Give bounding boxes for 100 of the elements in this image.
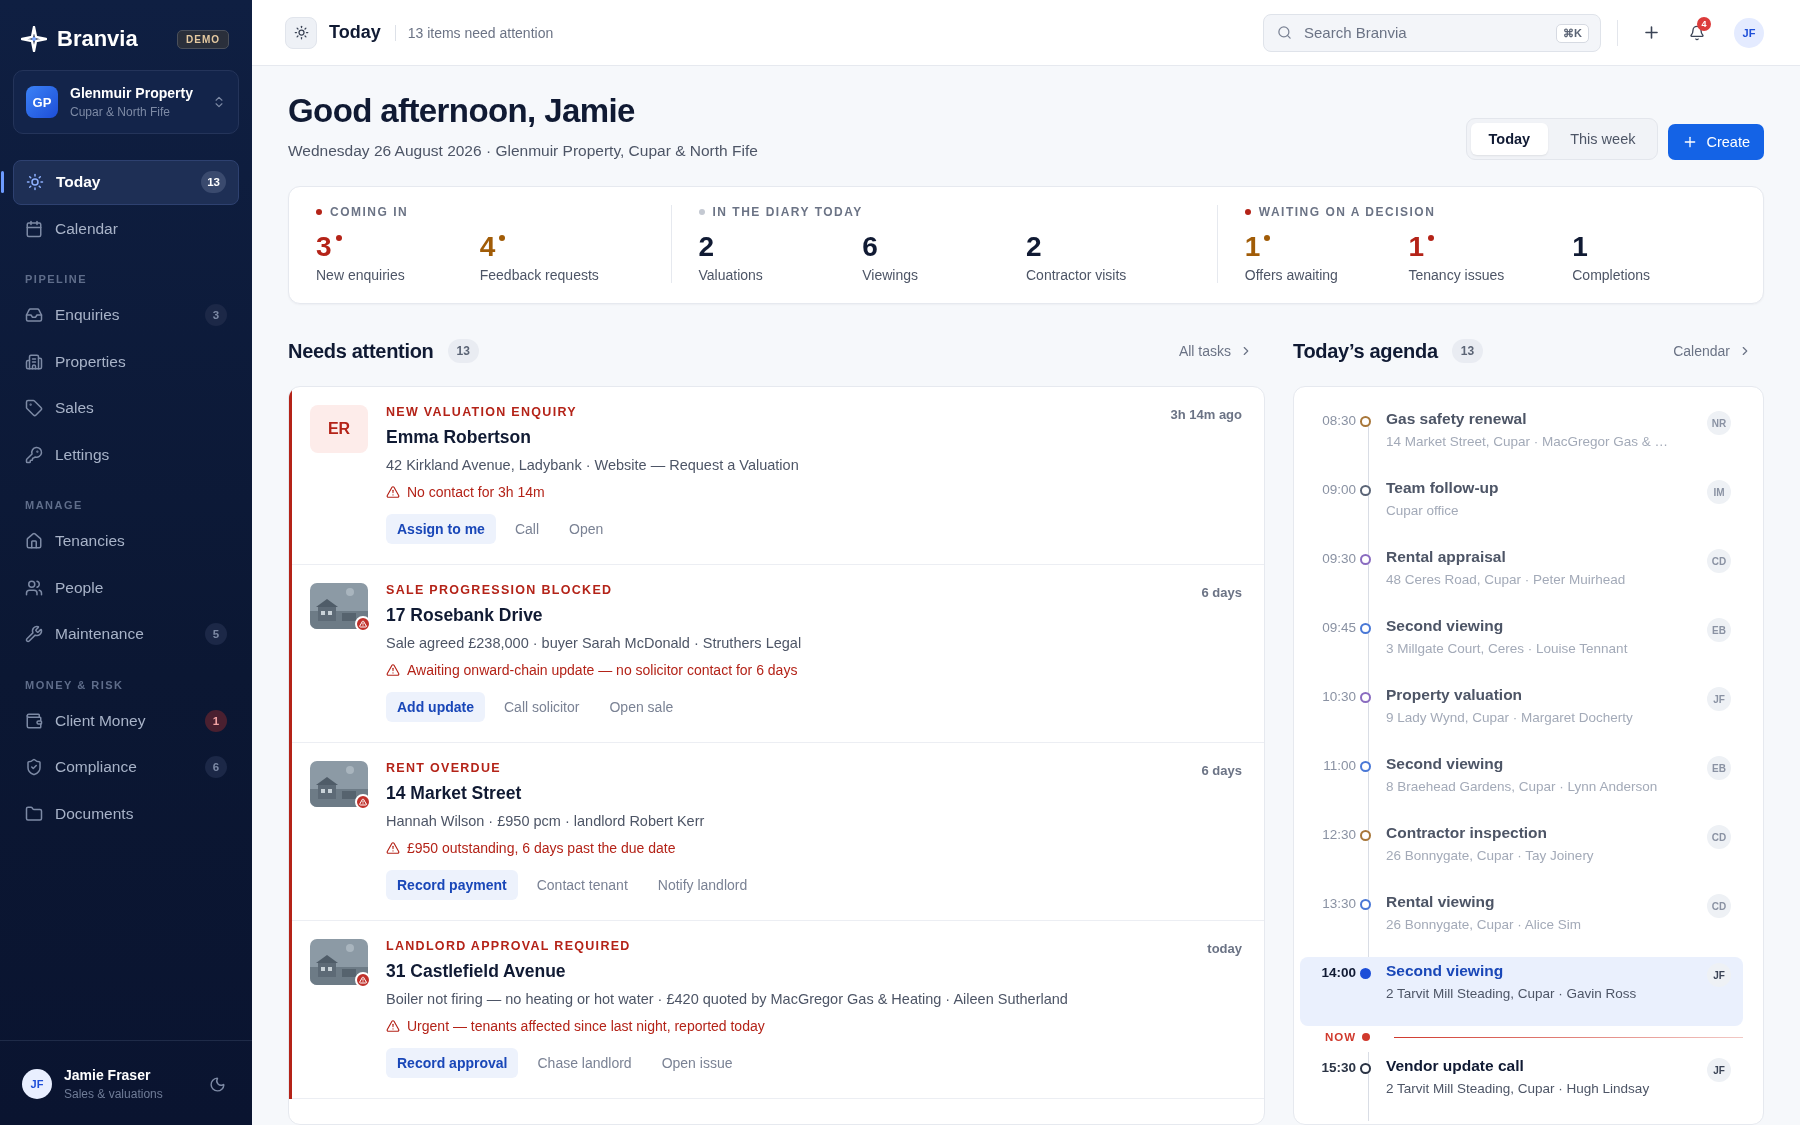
nav-item[interactable]: Properties — [13, 339, 239, 384]
task-age: 6 days — [1201, 585, 1242, 602]
nav-item[interactable]: People — [13, 565, 239, 610]
agenda-item[interactable]: 10:30 Property valuation 9 Lady Wynd, Cupar · Margaret Docherty JF — [1312, 681, 1743, 750]
assignee-avatar: EB — [1707, 618, 1731, 642]
range-tab[interactable]: This week — [1552, 123, 1654, 155]
stat-value: 2 — [698, 233, 715, 261]
group-title: COMING IN — [330, 205, 409, 219]
user-avatar[interactable]: JF — [1734, 17, 1764, 48]
stat-label: Contractor visits — [1026, 267, 1128, 283]
assignee-avatar: CD — [1707, 894, 1731, 918]
assignee-avatar: EB — [1707, 756, 1731, 780]
stat-label: Valuations — [698, 267, 764, 283]
notifications-button[interactable]: 4 — [1680, 15, 1714, 50]
task-action-button[interactable]: Call — [503, 514, 551, 544]
task-action-button[interactable]: Record approval — [386, 1048, 519, 1078]
agenda-title: Second viewing — [1386, 962, 1505, 980]
task-age: 3h 14m ago — [1170, 407, 1242, 424]
task-title: 14 Market Street — [386, 783, 523, 804]
task-action-button[interactable]: Assign to me — [386, 514, 496, 544]
nav-item[interactable]: Compliance 6 — [13, 745, 239, 790]
user-avatar: JF — [22, 1069, 52, 1099]
agenda-detail: 14 Market Street, Cupar · MacGregor Gas & … — [1386, 434, 1670, 449]
task-action-button[interactable]: Call solicitor — [493, 692, 591, 722]
agenda-title: Vendor update call — [1386, 1057, 1525, 1075]
notification-count: 4 — [1697, 16, 1711, 31]
page-title: Today — [329, 22, 381, 43]
greeting-title: Good afternoon, Jamie — [288, 92, 636, 130]
range-tab[interactable]: Today — [1470, 123, 1549, 155]
greeting-subtitle: Wednesday 26 August 2026 · Glenmuir Property, Cupar & North Fife — [288, 142, 759, 160]
task-detail: 42 Kirkland Avenue, Ladybank · Website — Request a Valuation — [386, 457, 800, 473]
agenda-item[interactable]: 12:30 Contractor inspection 26 Bonnygate, Cupar · Tay Joinery CD — [1312, 819, 1743, 888]
agenda-item[interactable]: 09:00 Team follow-up Cupar office IM — [1312, 474, 1743, 543]
calendar-link[interactable]: Calendar — [1673, 343, 1752, 359]
task-warning: £950 outstanding, 6 days past the due date — [407, 840, 676, 856]
nav-item[interactable]: Client Money 1 — [13, 698, 239, 743]
task-action-button[interactable]: Open — [558, 514, 615, 544]
agenda-item[interactable]: 09:45 Second viewing 3 Millgate Court, Ceres · Louise Tennant EB — [1312, 612, 1743, 681]
agenda-detail: 26 Bonnygate, Cupar · Alice Sim — [1386, 917, 1583, 932]
task-action-button[interactable]: Open issue — [650, 1048, 744, 1078]
stat-label: Offers awaiting — [1244, 267, 1339, 283]
workspace-avatar: GP — [26, 86, 58, 118]
nav-item[interactable]: Sales — [13, 386, 239, 431]
agenda-item[interactable]: 14:00 Second viewing 2 Tarvit Mill Steading, Cupar · Gavin Ross JF — [1300, 957, 1743, 1026]
nav-item[interactable]: Calendar — [13, 206, 239, 251]
task-action-button[interactable]: Open sale — [598, 692, 685, 722]
task-detail: Sale agreed £238,000 · buyer Sarah McDonald · Struthers Legal — [386, 635, 803, 651]
agenda-detail: Cupar office — [1386, 503, 1460, 518]
create-button[interactable]: Create — [1668, 124, 1764, 160]
nav-item[interactable]: Tenancies — [13, 519, 239, 564]
assignee-avatar: NR — [1707, 411, 1731, 435]
user-role: Sales & valuations — [64, 1087, 164, 1101]
agenda-title: Team follow-up — [1386, 479, 1500, 497]
nav-item[interactable]: Lettings — [13, 432, 239, 477]
workspace-name: Glenmuir Property — [70, 85, 194, 101]
stat-label: Tenancy issues — [1408, 267, 1506, 283]
agenda-item[interactable]: 09:30 Rental appraisal 48 Ceres Road, Cupar · Peter Muirhead CD — [1312, 543, 1743, 612]
task-action-button[interactable]: Add update — [386, 692, 485, 722]
nav-item[interactable]: Enquiries 3 — [13, 293, 239, 338]
agenda-item[interactable]: 08:30 Gas safety renewal 14 Market Street, Cupar · MacGregor Gas & … NR — [1312, 405, 1743, 474]
moon-icon[interactable] — [209, 1075, 226, 1093]
inbox-icon — [25, 306, 43, 325]
agenda-time: 11:00 — [1322, 758, 1356, 773]
count-badge: 6 — [205, 756, 227, 779]
stat-value: 1 — [1572, 233, 1588, 261]
warning-icon — [386, 485, 400, 499]
stat-label: Viewings — [862, 267, 920, 283]
assignee-avatar: CD — [1707, 549, 1731, 573]
section-heading: Today’s agenda — [1293, 339, 1438, 363]
agenda-detail: 26 Bonnygate, Cupar · Tay Joinery — [1386, 848, 1595, 863]
agenda-item[interactable]: 13:30 Rental viewing 26 Bonnygate, Cupar · Alice Sim CD — [1312, 888, 1743, 957]
section-title: MONEY & RISK — [24, 677, 125, 693]
count-badge: 1 — [205, 709, 227, 732]
agenda-time: 15:30 — [1320, 1060, 1356, 1075]
stat-value: 4 — [479, 233, 496, 261]
workspace-switcher[interactable]: GP Glenmuir Property Cupar & North Fife — [13, 70, 239, 134]
search-icon — [1277, 24, 1292, 40]
task-age: today — [1207, 941, 1242, 958]
agenda-title: Gas safety renewal — [1386, 410, 1528, 428]
warning-icon — [386, 841, 400, 855]
task-action-button[interactable]: Notify landlord — [646, 870, 759, 900]
agenda-item[interactable]: 11:00 Second viewing 8 Braehead Gardens, Cupar · Lynn Anderson EB — [1312, 750, 1743, 819]
assignee-avatar: JF — [1707, 1058, 1731, 1082]
sun-icon — [26, 173, 44, 192]
stat-label: Feedback requests — [479, 267, 600, 283]
count-badge: 5 — [205, 623, 227, 646]
nav-item[interactable]: Maintenance 5 — [13, 612, 239, 657]
nav-item[interactable]: Documents — [13, 791, 239, 836]
agenda-item[interactable]: 15:30 Vendor update call 2 Tarvit Mill Steading, Cupar · Hugh Lindsay JF — [1312, 1052, 1743, 1121]
task-action-button[interactable]: Record payment — [386, 870, 518, 900]
task-category: LANDLORD APPROVAL REQUIRED — [386, 939, 632, 953]
agenda-title: Property valuation — [1386, 686, 1524, 704]
task-action-button[interactable]: Contact tenant — [525, 870, 639, 900]
task-title: Emma Robertson — [386, 427, 532, 448]
agenda-time: 08:30 — [1321, 413, 1356, 428]
brand-name: Branvia — [57, 26, 139, 52]
all-tasks-link[interactable]: All tasks — [1178, 343, 1253, 359]
task-action-button[interactable]: Chase landlord — [526, 1048, 643, 1078]
count-badge: 13 — [201, 171, 226, 194]
task-detail: Boiler not firing — no heating or hot water · £420 quoted by MacGregor Gas & Heating · Aileen Sutherland — [386, 991, 1069, 1007]
